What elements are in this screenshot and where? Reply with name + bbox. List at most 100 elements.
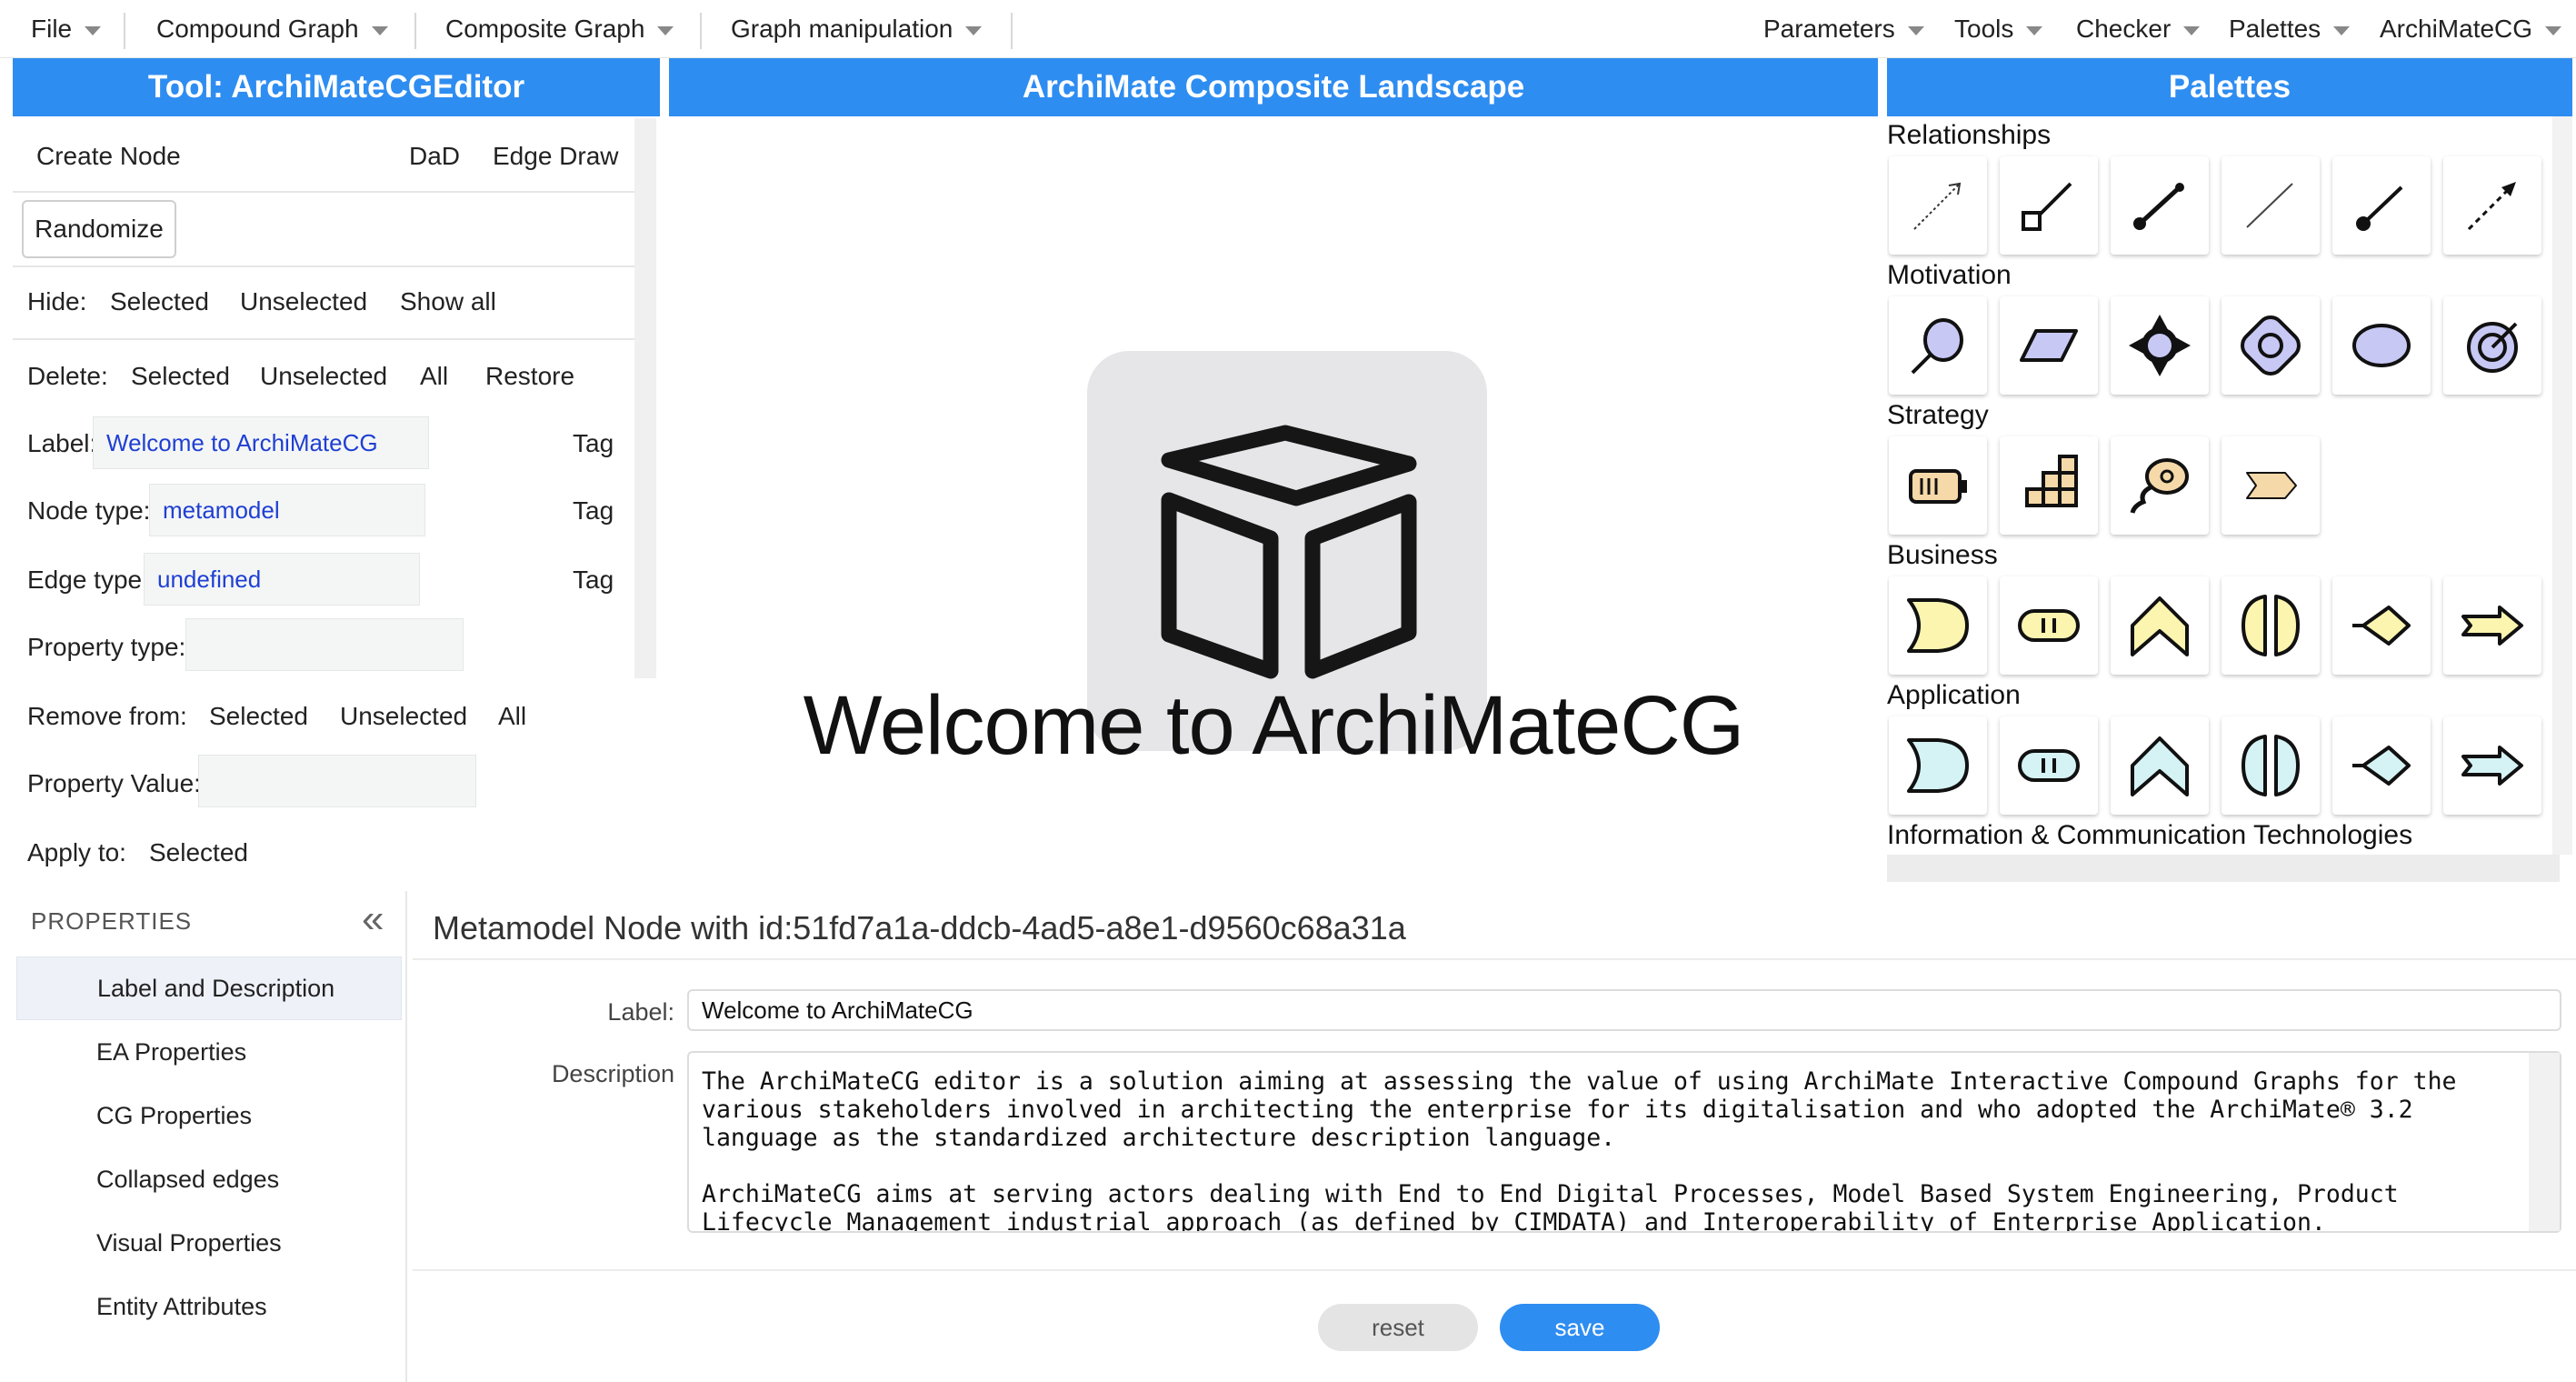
menu-graph-manipulation[interactable]: Graph manipulation [731,0,983,58]
apply-selected-button[interactable]: Selected [149,838,248,867]
hide-selected-button[interactable]: Selected [110,287,209,316]
label-label: Label: [27,429,97,457]
save-button[interactable]: save [1500,1304,1660,1351]
hide-unselected-button[interactable]: Unselected [240,287,367,316]
menu-composite-graph[interactable]: Composite Graph [445,0,674,58]
application-interaction-icon [2242,735,2300,796]
composition-relationship-tool[interactable] [2000,156,2098,255]
apply-to-label: Apply to: [27,838,126,866]
menu-label: Checker [2076,15,2172,43]
label-tag-button[interactable]: Tag [573,429,614,458]
edge-type-input[interactable]: undefined [144,553,420,606]
application-function-tool[interactable] [2111,716,2209,815]
business-function-tool[interactable] [2111,576,2209,675]
node-heading: Metamodel Node with id:51fd7a1a-ddcb-4ad… [433,909,1406,946]
remove-all-button[interactable]: All [498,702,526,731]
application-function-icon [2131,736,2189,796]
sidebar-item-entity-attributes[interactable]: Entity Attributes [16,1275,402,1338]
property-type-input[interactable] [185,618,464,671]
sidebar-item-collapsed-edges[interactable]: Collapsed edges [16,1147,402,1211]
edge-type-tag-button[interactable]: Tag [573,566,614,595]
outcome-tool[interactable] [2332,296,2431,395]
menu-archimatecg[interactable]: ArchiMateCG [2380,0,2562,58]
application-interface-tool[interactable] [2332,716,2431,815]
node-type-tag-button[interactable]: Tag [573,496,614,526]
menu-tools[interactable]: Tools [1954,0,2043,58]
principle-tool[interactable] [2443,296,2541,395]
canvas-title: ArchiMate Composite Landscape [669,58,1878,116]
course-of-action-tool[interactable] [2222,436,2320,535]
label-field[interactable]: Welcome to ArchiMateCG [687,989,2561,1031]
business-actor-tool[interactable] [1889,576,1987,675]
realization-relationship-tool[interactable] [2443,156,2541,255]
application-process-tool[interactable] [2443,716,2541,815]
goal-tool[interactable] [2222,296,2320,395]
business-interaction-tool[interactable] [2222,576,2320,675]
menubar: File Compound Graph Composite Graph Grap… [0,0,2576,58]
application-process-arrow-icon [2461,746,2523,786]
menu-palettes[interactable]: Palettes [2229,0,2351,58]
tool-panel-scrollbar[interactable] [634,118,656,678]
stakeholder-icon [1911,318,1963,375]
business-process-arrow-icon [2461,606,2523,646]
aggregation-relationship-tool[interactable] [2111,156,2209,255]
description-textarea[interactable]: The ArchiMateCG editor is a solution aim… [687,1051,2561,1233]
business-process-tool[interactable] [2443,576,2541,675]
business-interface-tool[interactable] [2000,576,2098,675]
restore-button[interactable]: Restore [485,362,574,391]
application-component-tool[interactable] [1889,716,1987,815]
dad-button[interactable]: DaD [409,142,460,171]
menu-compound-graph[interactable]: Compound Graph [156,0,388,58]
edge-draw-button[interactable]: Edge Draw [493,142,619,171]
property-value-input[interactable] [198,755,476,807]
sidebar-item-label-and-description[interactable]: Label and Description [16,956,402,1020]
remove-unselected-button[interactable]: Unselected [340,702,467,731]
delete-selected-button[interactable]: Selected [131,362,230,391]
sidebar-item-cg-properties[interactable]: CG Properties [16,1084,402,1147]
menu-label: ArchiMateCG [2380,15,2533,43]
palettes-horizontal-scrollbar[interactable] [1887,855,2560,882]
business-event-tool[interactable] [2332,576,2431,675]
stakeholder-tool[interactable] [1889,296,1987,395]
resource-tool[interactable] [1889,436,1987,535]
caret-down-icon [657,26,674,35]
delete-unselected-button[interactable]: Unselected [260,362,387,391]
sidebar-item-visual-properties[interactable]: Visual Properties [16,1211,402,1275]
resource-icon [1909,469,1967,504]
label-input[interactable]: Welcome to ArchiMateCG [93,416,429,469]
show-all-button[interactable]: Show all [400,287,496,316]
sidebar-item-ea-properties[interactable]: EA Properties [16,1020,402,1084]
menu-label: Parameters [1763,15,1895,43]
menu-parameters[interactable]: Parameters [1763,0,1924,58]
application-interface-icon [2352,746,2411,786]
remove-selected-button[interactable]: Selected [209,702,308,731]
menu-label: Graph manipulation [731,15,954,43]
properties-sidebar: PROPERTIES « Label and Description EA Pr… [13,891,407,1382]
caret-down-icon [2545,26,2562,35]
menu-separator [124,13,125,49]
value-stream-tool[interactable] [2111,436,2209,535]
assessment-tool[interactable] [2111,296,2209,395]
graph-canvas[interactable]: Welcome to ArchiMateCG [669,116,1878,882]
course-of-action-icon [2130,458,2189,514]
driver-tool[interactable] [2000,296,2098,395]
property-value-label: Property Value: [27,769,201,797]
association-relationship-tool[interactable] [1889,156,1987,255]
assignment-relationship-tool[interactable] [2222,156,2320,255]
capability-tool[interactable] [2000,436,2098,535]
application-interaction-tool[interactable] [2222,716,2320,815]
application-service-tool[interactable] [2000,716,2098,815]
driver-star-icon [2129,315,2191,376]
menu-file[interactable]: File [31,0,102,58]
delete-all-button[interactable]: All [420,362,448,391]
palettes-vertical-scrollbar[interactable] [2552,116,2572,855]
create-node-button[interactable]: Create Node [36,142,181,171]
serving-relationship-tool[interactable] [2332,156,2431,255]
collapse-icon[interactable]: « [362,896,384,942]
reset-button[interactable]: reset [1318,1304,1478,1351]
randomize-button[interactable]: Randomize [22,200,176,258]
description-scrollbar[interactable] [2529,1053,2560,1231]
menu-checker[interactable]: Checker [2076,0,2201,58]
edge-type-label: Edge type: [27,566,149,594]
node-type-input[interactable]: metamodel [149,484,425,536]
